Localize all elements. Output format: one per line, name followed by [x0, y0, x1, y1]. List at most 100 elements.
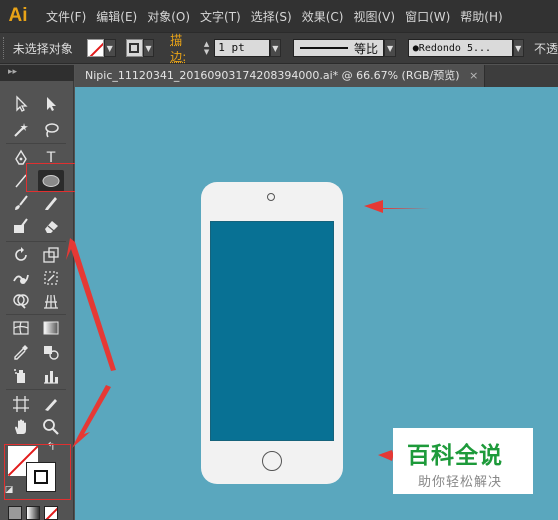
zoom-tool[interactable] — [38, 416, 64, 438]
paintbrush-tool[interactable] — [8, 192, 34, 214]
lasso-tool[interactable] — [38, 119, 64, 141]
shape-builder-tool[interactable] — [8, 290, 34, 312]
menu-view[interactable]: 视图(V) — [343, 8, 395, 25]
artboard-icon — [13, 396, 29, 412]
close-icon[interactable]: × — [469, 69, 478, 82]
gradient-mode-button[interactable] — [26, 506, 40, 520]
stroke-weight-dropdown[interactable]: ▼ — [269, 39, 282, 57]
scale-icon — [43, 247, 59, 263]
blend-icon — [44, 346, 59, 360]
slice-tool[interactable] — [38, 393, 64, 415]
free-transform-icon — [44, 271, 58, 285]
spinner-down-icon[interactable]: ▼ — [204, 48, 209, 56]
stroke-label[interactable]: 描边: — [170, 31, 197, 65]
stroke-square-icon — [129, 43, 140, 53]
warp-tool[interactable] — [8, 267, 34, 289]
color-mode-button[interactable] — [8, 506, 22, 520]
direct-selection-tool[interactable] — [38, 93, 64, 115]
variable-width-profile[interactable]: 等比 — [293, 39, 385, 57]
stroke-weight-field[interactable]: 1 pt — [214, 39, 270, 57]
eraser-tool[interactable] — [38, 215, 64, 237]
magic-wand-icon — [14, 123, 28, 137]
scale-tool[interactable] — [38, 244, 64, 266]
collapse-icon[interactable]: ▸▸ — [8, 67, 17, 77]
pencil-tool[interactable] — [38, 192, 64, 214]
document-tab-title: Nipic_11120341_20160903174208394000.ai* … — [85, 69, 460, 82]
arrow-cursor-icon — [16, 95, 28, 112]
menu-select[interactable]: 选择(S) — [241, 8, 292, 25]
magic-wand-tool[interactable] — [8, 119, 34, 141]
menu-file[interactable]: 文件(F) — [36, 8, 86, 25]
profile-line-icon — [300, 47, 349, 49]
perspective-grid-tool[interactable] — [38, 290, 64, 312]
pencil-icon — [45, 197, 57, 210]
direct-arrow-icon — [47, 97, 56, 111]
tool-separator — [6, 389, 66, 390]
bar-graph-icon — [44, 371, 58, 384]
watermark-logo: 百科全说 助你轻松解决 — [393, 428, 533, 494]
profile-dropdown[interactable]: ▼ — [384, 39, 396, 57]
artboard-tool[interactable] — [8, 393, 34, 415]
tools-panel-header[interactable]: ▸▸ — [0, 65, 74, 81]
magnifier-icon — [43, 419, 59, 435]
hand-tool[interactable] — [8, 416, 34, 438]
hand-icon — [15, 419, 26, 434]
phone-illustration[interactable] — [201, 182, 343, 484]
mesh-icon — [13, 321, 29, 335]
phone-screen[interactable] — [210, 221, 334, 441]
blob-brush-icon — [14, 218, 28, 233]
menu-window[interactable]: 窗口(W) — [395, 8, 450, 25]
menu-type[interactable]: 文字(T) — [190, 8, 241, 25]
spray-can-icon — [14, 369, 25, 383]
rotate-tool[interactable] — [8, 244, 34, 266]
mesh-tool[interactable] — [8, 317, 34, 339]
menu-help[interactable]: 帮助(H) — [450, 8, 502, 25]
illustrator-window: Ai 文件(F) 编辑(E) 对象(O) 文字(T) 选择(S) 效果(C) 视… — [0, 0, 558, 520]
phone-home-button[interactable] — [262, 451, 282, 471]
symbol-sprayer-tool[interactable] — [8, 365, 34, 387]
rotate-icon — [15, 247, 27, 261]
app-logo: Ai — [8, 5, 28, 26]
menu-effect[interactable]: 效果(C) — [292, 8, 344, 25]
watermark-title: 百科全说 — [407, 443, 503, 469]
document-tab-bar: Nipic_11120341_20160903174208394000.ai* … — [75, 65, 558, 87]
none-mode-button[interactable] — [44, 506, 58, 520]
stroke-swatch-highlight — [4, 444, 71, 500]
lasso-icon — [45, 123, 59, 138]
stroke-dropdown-button[interactable]: ▼ — [142, 39, 155, 57]
shape-builder-icon — [13, 294, 29, 309]
selection-status: 未选择对象 — [12, 41, 73, 56]
blob-brush-tool[interactable] — [8, 215, 34, 237]
selection-tool[interactable] — [8, 93, 34, 115]
column-graph-tool[interactable] — [38, 365, 64, 387]
control-bar-grip[interactable] — [3, 37, 9, 59]
ellipse-tool-highlight — [26, 163, 80, 192]
watermark-subtitle: 助你轻松解决 — [418, 475, 503, 490]
profile-label: 等比 — [354, 41, 379, 56]
phone-camera[interactable] — [267, 193, 275, 201]
eyedropper-tool[interactable] — [8, 341, 34, 363]
free-transform-tool[interactable] — [38, 267, 64, 289]
stroke-swatch[interactable] — [125, 39, 143, 57]
brush-icon — [15, 195, 28, 210]
document-tab[interactable]: Nipic_11120341_20160903174208394000.ai* … — [75, 65, 486, 87]
fill-none-swatch[interactable] — [86, 39, 104, 57]
knife-icon — [45, 399, 57, 411]
blend-tool[interactable] — [38, 341, 64, 363]
stroke-weight-spinner[interactable]: ▲ ▼ — [201, 39, 212, 57]
opacity-label[interactable]: 不透 — [534, 40, 558, 57]
tool-separator — [6, 143, 66, 144]
fill-dropdown-button[interactable]: ▼ — [104, 39, 116, 57]
warp-icon — [13, 274, 29, 284]
gradient-tool[interactable] — [38, 317, 64, 339]
tool-separator — [6, 241, 66, 242]
brush-definition[interactable]: ● Redondo 5... — [407, 39, 513, 57]
eyedropper-icon — [14, 345, 28, 360]
menu-edit[interactable]: 编辑(E) — [86, 8, 137, 25]
tool-separator — [6, 314, 66, 315]
color-mode-buttons — [8, 506, 68, 520]
menu-object[interactable]: 对象(O) — [137, 8, 190, 25]
spinner-up-icon[interactable]: ▲ — [204, 40, 209, 48]
brush-dropdown[interactable]: ▼ — [512, 39, 524, 57]
menu-list: 文件(F) 编辑(E) 对象(O) 文字(T) 选择(S) 效果(C) 视图(V… — [36, 0, 503, 32]
